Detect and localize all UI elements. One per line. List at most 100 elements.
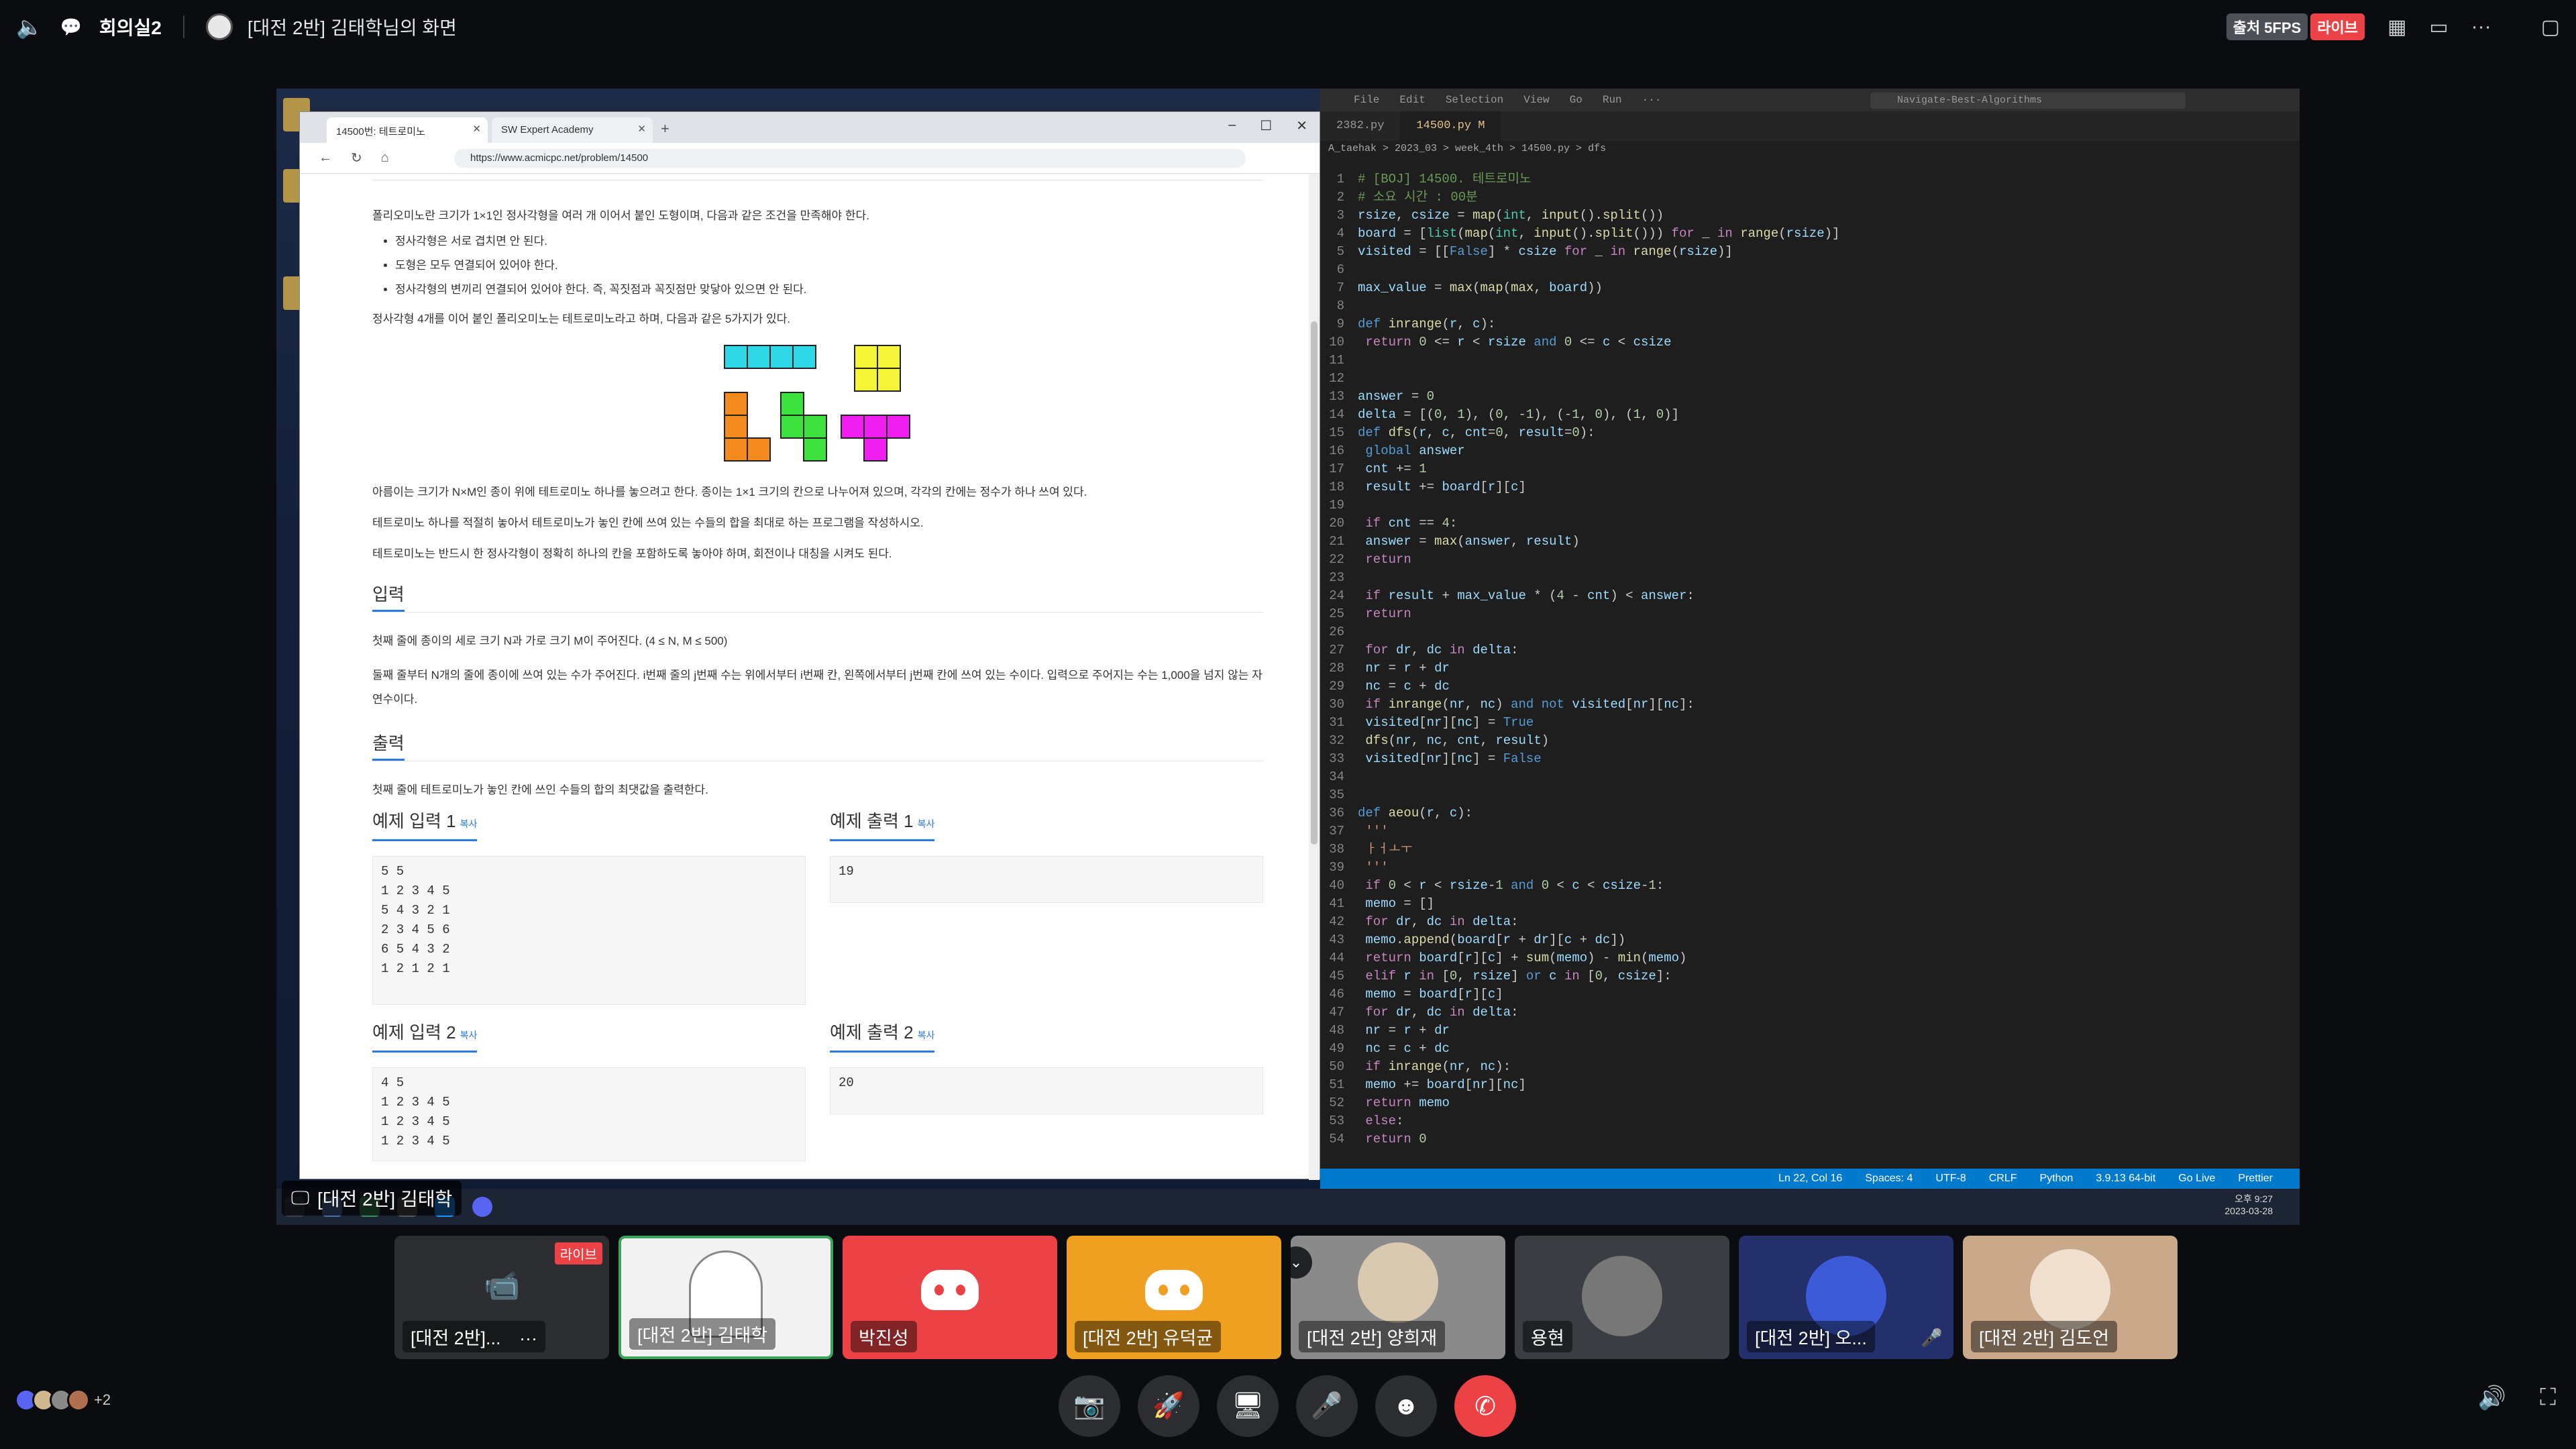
camera-icon: 📹	[483, 1269, 521, 1302]
participant-tile[interactable]: ⌄ [대전 2반] 양희재	[1291, 1236, 1505, 1359]
menu-item[interactable]: ···	[1642, 94, 1662, 106]
participant-avatars[interactable]: +2	[15, 1389, 111, 1411]
close-icon[interactable]: ✕	[637, 123, 646, 135]
activity-button[interactable]: 🚀	[1138, 1375, 1199, 1437]
avatar	[1358, 1242, 1438, 1323]
status-item[interactable]: UTF-8	[1935, 1173, 1966, 1185]
menu-item[interactable]: File	[1354, 94, 1379, 106]
minimize-icon[interactable]: –	[1228, 117, 1236, 134]
copy-link[interactable]: 복사	[918, 1030, 935, 1040]
scrollbar[interactable]	[1309, 174, 1320, 1180]
discord-taskbar-icon[interactable]	[472, 1197, 492, 1217]
discord-icon	[921, 1269, 979, 1310]
sample-title: 예제 출력 2	[830, 1022, 914, 1042]
discord-icon	[1145, 1269, 1203, 1310]
participant-name: [대전 2반] 김태학	[629, 1318, 776, 1350]
windows-taskbar: 오후 9:27 2023-03-28	[276, 1189, 2300, 1225]
code-editor[interactable]: 1 # [BOJ] 14500. 테트로미노 2 # 소요 시간 : 00분 3 rs…	[1320, 170, 2286, 1148]
status-item[interactable]: Python	[2040, 1173, 2074, 1185]
new-tab-icon[interactable]: +	[661, 120, 669, 138]
participant-tile[interactable]: [대전 2반] 유덕균	[1067, 1236, 1281, 1359]
live-badge: 라이브	[554, 1242, 602, 1265]
status-item[interactable]: Spaces: 4	[1865, 1173, 1913, 1185]
browser-window: 14500번: 테트로미노 ✕ SW Expert Academy ✕ + – ☐ ✕ …	[299, 111, 1320, 1180]
voice-channel-icon: 🔈	[16, 15, 43, 39]
status-item[interactable]: Ln 22, Col 16	[1778, 1173, 1842, 1185]
copy-link[interactable]: 복사	[460, 1030, 478, 1040]
fullscreen-icon[interactable]: ⛶	[2540, 1385, 2556, 1411]
participant-tile[interactable]: 박진성	[843, 1236, 1057, 1359]
microphone-button[interactable]: 🎤	[1296, 1375, 1358, 1437]
stream-title: [대전 2반] 김태학님의 화면	[247, 17, 457, 38]
menu-item[interactable]: Go	[1570, 94, 1582, 106]
clock-time: 오후 9:27	[2235, 1193, 2273, 1204]
list-item: 도형은 모두 연결되어 있어야 한다.	[395, 257, 1263, 274]
menu-item[interactable]: Run	[1603, 94, 1622, 106]
channel-name: 회의실2	[99, 17, 162, 38]
sample-output-1: 예제 출력 1 복사 19	[830, 812, 1263, 1005]
disconnect-button[interactable]: ✆	[1454, 1375, 1516, 1437]
list-item: 정사각형의 변끼리 연결되어 있어야 한다. 즉, 꼭짓점과 꼭짓점만 맞닿아 …	[395, 281, 1263, 299]
sample-title: 예제 입력 1	[372, 811, 456, 831]
top-bar: 🔈 💬 회의실2 [대전 2반] 김태학님의 화면 출처 5FPS 라이브 ▦ …	[0, 0, 2576, 54]
vscode-statusbar: Ln 22, Col 16 Spaces: 4 UTF-8 CRLF Pytho…	[1320, 1169, 2300, 1189]
paragraph: 둘째 줄부터 N개의 줄에 종이에 쓰여 있는 수가 주어진다. i번째 줄의 …	[372, 669, 1263, 706]
back-icon[interactable]: ←	[319, 150, 332, 166]
browser-tab[interactable]: SW Expert Academy ✕	[492, 117, 653, 143]
status-item[interactable]: Go Live	[2178, 1173, 2215, 1185]
more-icon[interactable]: ···	[2471, 15, 2491, 38]
maximize-icon[interactable]: ☐	[1260, 117, 1272, 134]
menu-item[interactable]: Edit	[1399, 94, 1425, 106]
status-item[interactable]: Prettier	[2238, 1173, 2273, 1185]
copy-link[interactable]: 복사	[918, 818, 935, 829]
chat-toggle-icon[interactable]: ▢	[2541, 15, 2560, 39]
clock-date: 2023-03-28	[2224, 1205, 2273, 1216]
avatar	[2030, 1249, 2110, 1330]
refresh-icon[interactable]: ↻	[351, 150, 362, 166]
chat-icon[interactable]: 💬	[58, 13, 85, 40]
collapse-icon[interactable]: ⌄	[1291, 1246, 1312, 1279]
samples-row-2: 예제 입력 2 복사 4 5 1 2 3 4 5 1 2 3 4 5 1 2 3 …	[372, 1024, 1263, 1161]
sample-output-2: 예제 출력 2 복사 20	[830, 1024, 1263, 1161]
status-item[interactable]: 3.9.13 64-bit	[2096, 1173, 2155, 1185]
copy-link[interactable]: 복사	[460, 818, 478, 829]
browser-tab[interactable]: 14500번: 테트로미노 ✕	[327, 117, 488, 143]
share-name: [대전 2반] 김태학	[317, 1189, 453, 1210]
participant-tile[interactable]: [대전 2반] 오... 🎤	[1739, 1236, 1953, 1359]
scrollbar-thumb[interactable]	[1311, 321, 1318, 845]
bottom-right-controls: 🔊 ⛶	[2478, 1385, 2556, 1411]
soundboard-button[interactable]: ☻	[1375, 1375, 1437, 1437]
camera-button[interactable]: 📷	[1059, 1375, 1120, 1437]
system-tray: 오후 9:27 2023-03-28	[2224, 1193, 2273, 1217]
tab-label: 14500번: 테트로미노	[336, 126, 425, 138]
participant-name: 박진성	[851, 1321, 917, 1352]
participant-tile[interactable]: 용현	[1515, 1236, 1729, 1359]
editor-tab[interactable]: 2382.py	[1320, 111, 1400, 141]
vscode-menubar: File Edit Selection View Go Run ··· Navi…	[1320, 89, 2300, 111]
participant-name: [대전 2반]... ···	[402, 1321, 546, 1352]
avatar	[205, 13, 233, 40]
divider	[182, 15, 184, 38]
participant-tile[interactable]: [대전 2반] 김도언	[1963, 1236, 2178, 1359]
screen-share-button[interactable]: 🖥	[1217, 1375, 1279, 1437]
grid-layout-icon[interactable]: ▦	[2387, 15, 2406, 39]
url-field[interactable]: https://www.acmicpc.net/problem/14500	[454, 149, 1246, 168]
mute-icon: 🎤	[1921, 1328, 1943, 1348]
editor-tab[interactable]: 14500.py M	[1400, 111, 1501, 141]
participant-tile[interactable]: [대전 2반] 김태학	[619, 1236, 833, 1359]
home-icon[interactable]: ⌂	[381, 150, 389, 166]
menu-item[interactable]: View	[1523, 94, 1549, 106]
command-search[interactable]: Navigate-Best-Algorithms	[1870, 93, 2186, 109]
close-window-icon[interactable]: ✕	[1296, 117, 1307, 134]
breadcrumb: A_taehak > 2023_03 > week_4th > 14500.py…	[1328, 143, 1607, 154]
popout-icon[interactable]: ▭	[2429, 15, 2448, 39]
status-item[interactable]: CRLF	[1989, 1173, 2017, 1185]
volume-icon[interactable]: 🔊	[2478, 1385, 2506, 1411]
menu-item[interactable]: Selection	[1446, 94, 1503, 106]
more-icon[interactable]: ···	[519, 1328, 537, 1348]
participant-name: [대전 2반] 오...	[1747, 1321, 1875, 1352]
samples-row-1: 예제 입력 1 복사 5 5 1 2 3 4 5 5 4 3 2 1 2 3 4 …	[372, 812, 1263, 1005]
participant-name: 용현	[1523, 1321, 1572, 1352]
close-icon[interactable]: ✕	[472, 123, 481, 135]
participant-tile[interactable]: 라이브 📹 [대전 2반]... ···	[394, 1236, 609, 1359]
